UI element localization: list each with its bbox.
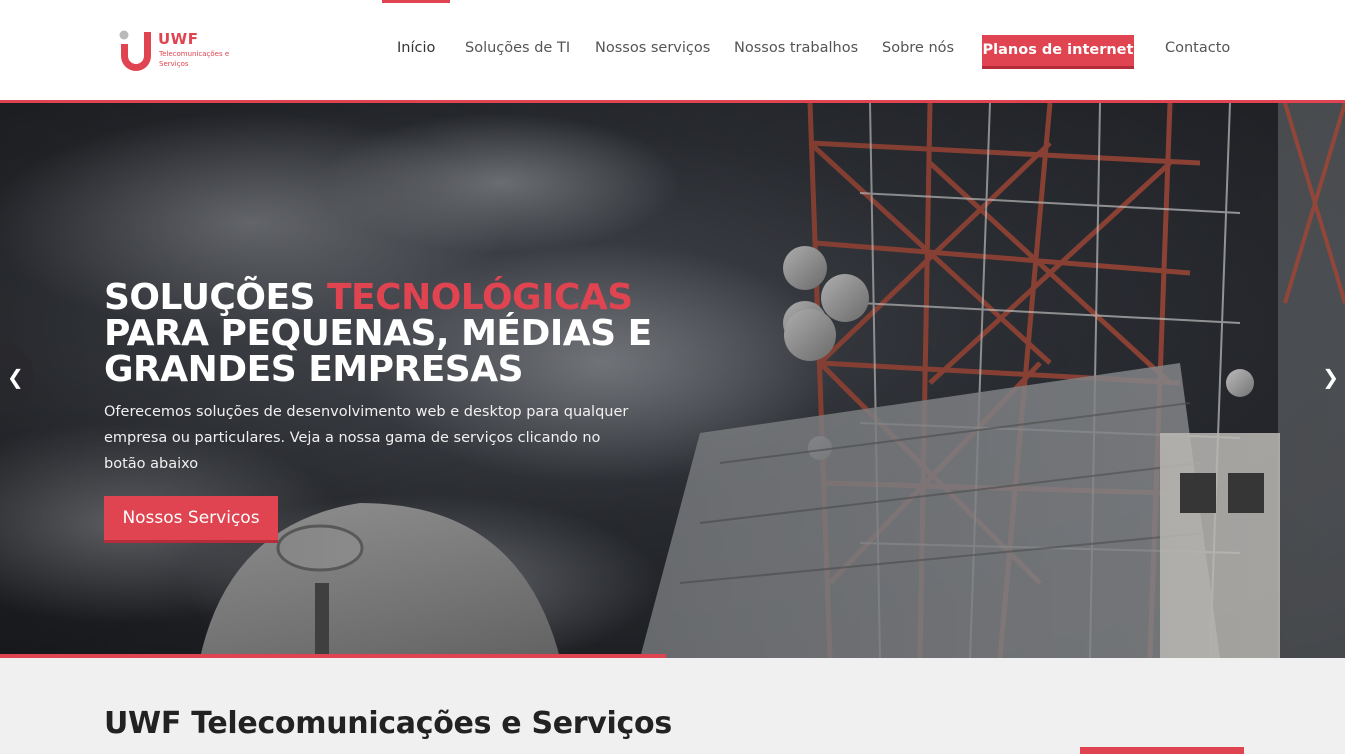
- site-header: UWF Telecomunicações e Serviços Início S…: [0, 0, 1345, 100]
- hero-description: Oferecemos soluções de desenvolvimento w…: [104, 404, 629, 472]
- chevron-right-icon: ❯: [1322, 365, 1339, 389]
- slider-next-button[interactable]: ❯: [1311, 343, 1345, 413]
- hero-title-part1: SOLUÇÕES: [104, 277, 327, 318]
- chevron-left-icon: ❮: [7, 365, 24, 389]
- slide-progress-bar: [0, 654, 666, 658]
- intro-action-button[interactable]: [1080, 747, 1244, 754]
- nav-active-indicator: [382, 0, 450, 3]
- hero-title-part2: PARA PEQUENAS, MÉDIAS E GRANDES EMPRESAS: [104, 313, 652, 390]
- nav-item-inicio[interactable]: Início: [397, 40, 435, 56]
- nav-item-sobre-nos[interactable]: Sobre nós: [882, 40, 954, 56]
- nav-item-nossos-trabalhos[interactable]: Nossos trabalhos: [734, 40, 858, 56]
- nav-item-solucoes-ti[interactable]: Soluções de TI: [465, 40, 570, 56]
- nav-item-nossos-servicos[interactable]: Nossos serviços: [595, 40, 710, 56]
- hero-title: SOLUÇÕES TECNOLÓGICAS PARA PEQUENAS, MÉDI…: [104, 280, 664, 388]
- hero-slider: SOLUÇÕES TECNOLÓGICAS PARA PEQUENAS, MÉDI…: [0, 103, 1345, 658]
- nav-item-contacto[interactable]: Contacto: [1165, 40, 1230, 56]
- main-nav: Início Soluções de TI Nossos serviços No…: [0, 0, 1345, 100]
- nossos-servicos-button[interactable]: Nossos Serviços: [104, 496, 278, 543]
- intro-title: UWF Telecomunicações e Serviços: [104, 706, 672, 741]
- planos-internet-button[interactable]: Planos de internet: [982, 35, 1134, 69]
- hero-title-accent: TECNOLÓGICAS: [327, 277, 633, 318]
